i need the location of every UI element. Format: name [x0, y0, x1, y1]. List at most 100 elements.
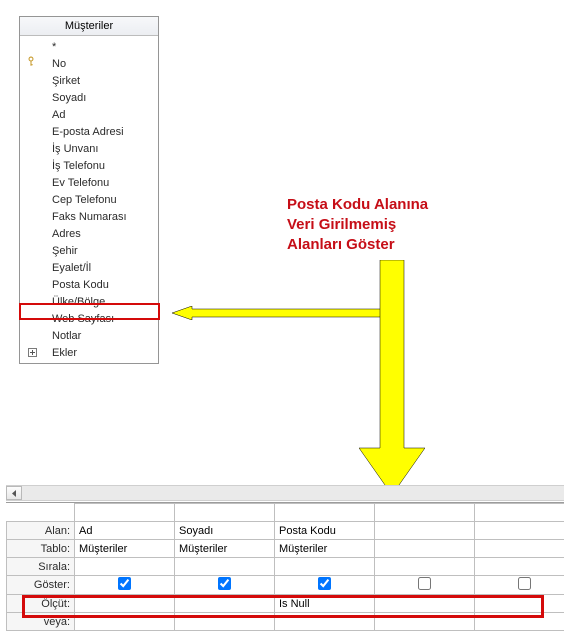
sirala-cell[interactable]: [275, 558, 375, 576]
field-label: Eyalet/İl: [52, 262, 158, 274]
field-label: Faks Numarası: [52, 211, 158, 223]
field-label: İş Unvanı: [52, 143, 158, 155]
field-label: No: [52, 58, 158, 70]
annotation-text: Posta Kodu Alanına Veri Girilmemiş Alanl…: [287, 195, 428, 255]
annotation-line: Posta Kodu Alanına: [287, 195, 428, 215]
scroll-left-button[interactable]: [6, 486, 22, 500]
field-row[interactable]: İş Unvanı: [20, 140, 158, 157]
olcut-cell[interactable]: [375, 595, 475, 613]
column-selector[interactable]: [175, 504, 275, 522]
olcut-cell[interactable]: Is Null: [275, 595, 375, 613]
veya-cell[interactable]: [375, 613, 475, 631]
tablo-cell[interactable]: [375, 540, 475, 558]
field-row[interactable]: İş Telefonu: [20, 157, 158, 174]
field-gutter: [28, 56, 52, 71]
tablo-cell[interactable]: Müşteriler: [175, 540, 275, 558]
field-list: * No Şirket Soyadı Ad E-posta Adresi İş Unvanı…: [20, 36, 158, 363]
tablo-cell[interactable]: Müşteriler: [275, 540, 375, 558]
column-selector[interactable]: [375, 504, 475, 522]
scroll-track[interactable]: [22, 486, 564, 500]
field-row[interactable]: Ülke/Bölge: [20, 293, 158, 310]
field-label: Ev Telefonu: [52, 177, 158, 189]
field-label: Adres: [52, 228, 158, 240]
row-label-veya: veya:: [7, 613, 75, 631]
field-gutter: [28, 348, 52, 357]
field-row[interactable]: Ev Telefonu: [20, 174, 158, 191]
show-checkbox[interactable]: [118, 577, 131, 590]
field-label: Web Sayfası: [52, 313, 158, 325]
sirala-cell[interactable]: [375, 558, 475, 576]
annotation-line: Veri Girilmemiş: [287, 215, 428, 235]
show-cell[interactable]: [275, 576, 375, 595]
show-checkbox[interactable]: [418, 577, 431, 590]
show-cell[interactable]: [75, 576, 175, 595]
field-label: İş Telefonu: [52, 160, 158, 172]
field-label: *: [52, 41, 158, 53]
field-label: Şirket: [52, 75, 158, 87]
primary-key-icon: [28, 56, 37, 71]
field-row[interactable]: Posta Kodu: [20, 276, 158, 293]
veya-cell[interactable]: [75, 613, 175, 631]
field-row[interactable]: *: [20, 38, 158, 55]
field-row[interactable]: Soyadı: [20, 89, 158, 106]
olcut-cell[interactable]: [75, 595, 175, 613]
alan-cell[interactable]: [375, 522, 475, 540]
field-label: Soyadı: [52, 92, 158, 104]
row-label-goster: Göster:: [7, 576, 75, 595]
horizontal-scrollbar[interactable]: [6, 485, 564, 501]
column-selector[interactable]: [275, 504, 375, 522]
alan-cell[interactable]: Soyadı: [175, 522, 275, 540]
field-label: Notlar: [52, 330, 158, 342]
show-checkbox[interactable]: [518, 577, 531, 590]
row-label-sirala: Sırala:: [7, 558, 75, 576]
field-list-title: Müşteriler: [20, 17, 158, 36]
show-cell[interactable]: [475, 576, 564, 595]
row-label-olcut: Ölçüt:: [7, 595, 75, 613]
tablo-cell[interactable]: [475, 540, 564, 558]
field-list-panel: Müşteriler * No Şirket Soyadı Ad E-posta Adre…: [19, 16, 159, 364]
field-label: Ülke/Bölge: [52, 296, 158, 308]
field-row[interactable]: Ekler: [20, 344, 158, 361]
column-selector[interactable]: [75, 504, 175, 522]
tablo-cell[interactable]: Müşteriler: [75, 540, 175, 558]
show-checkbox[interactable]: [318, 577, 331, 590]
row-label-tablo: Tablo:: [7, 540, 75, 558]
show-checkbox[interactable]: [218, 577, 231, 590]
alan-cell[interactable]: Ad: [75, 522, 175, 540]
annotation-line: Alanları Göster: [287, 235, 428, 255]
olcut-cell[interactable]: [475, 595, 564, 613]
arrow-vertical: [359, 260, 425, 495]
column-selector[interactable]: [475, 504, 564, 522]
field-row[interactable]: Notlar: [20, 327, 158, 344]
field-label: Cep Telefonu: [52, 194, 158, 206]
expand-icon[interactable]: [28, 348, 37, 357]
field-row[interactable]: E-posta Adresi: [20, 123, 158, 140]
field-row[interactable]: Şehir: [20, 242, 158, 259]
field-row[interactable]: Ad: [20, 106, 158, 123]
alan-cell[interactable]: Posta Kodu: [275, 522, 375, 540]
field-row[interactable]: No: [20, 55, 158, 72]
field-label: Posta Kodu: [52, 279, 158, 291]
veya-cell[interactable]: [275, 613, 375, 631]
field-row[interactable]: Faks Numarası: [20, 208, 158, 225]
sirala-cell[interactable]: [475, 558, 564, 576]
veya-cell[interactable]: [175, 613, 275, 631]
row-label-alan: Alan:: [7, 522, 75, 540]
alan-cell[interactable]: [475, 522, 564, 540]
field-row[interactable]: Cep Telefonu: [20, 191, 158, 208]
field-row[interactable]: Eyalet/İl: [20, 259, 158, 276]
field-label: E-posta Adresi: [52, 126, 158, 138]
field-row[interactable]: Web Sayfası: [20, 310, 158, 327]
show-cell[interactable]: [175, 576, 275, 595]
arrow-horizontal: [172, 306, 382, 320]
field-row[interactable]: Şirket: [20, 72, 158, 89]
field-row[interactable]: Adres: [20, 225, 158, 242]
sirala-cell[interactable]: [75, 558, 175, 576]
veya-cell[interactable]: [475, 613, 564, 631]
olcut-cell[interactable]: [175, 595, 275, 613]
query-design-grid: Alan:AdSoyadıPosta KoduTablo:MüşterilerM…: [6, 502, 564, 644]
sirala-cell[interactable]: [175, 558, 275, 576]
field-label: Şehir: [52, 245, 158, 257]
show-cell[interactable]: [375, 576, 475, 595]
field-label: Ad: [52, 109, 158, 121]
